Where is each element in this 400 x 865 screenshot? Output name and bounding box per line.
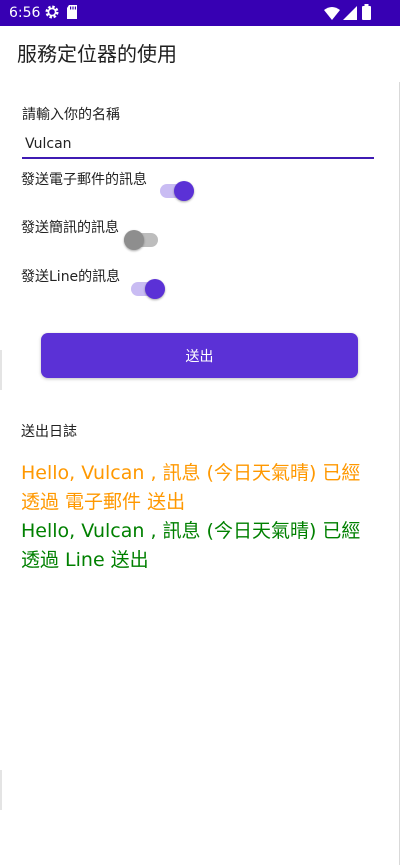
line-toggle-switch[interactable] <box>131 276 167 302</box>
status-time: 6:56 <box>9 5 41 21</box>
log-entry-email: Hello, Vulcan , 訊息 (今日天氣晴) 已經透過 電子郵件 送出 <box>21 462 361 513</box>
status-bar: 6:56 <box>0 0 400 26</box>
line-toggle-label: 發送Line的訊息 <box>21 269 121 285</box>
switch-thumb <box>174 181 194 201</box>
sdcard-icon <box>66 4 78 24</box>
sms-toggle-switch[interactable] <box>124 227 160 253</box>
email-toggle-switch[interactable] <box>160 178 196 204</box>
log-title: 送出日誌 <box>21 424 77 440</box>
app-screen: 6:56 服務定位器的使用 請輸入你的名稱 Vulcan 發送電子郵件的訊息 發… <box>0 0 400 865</box>
name-field-label: 請輸入你的名稱 <box>22 107 120 123</box>
name-input[interactable] <box>22 131 374 159</box>
switch-thumb <box>145 279 165 299</box>
battery-icon <box>362 4 371 24</box>
email-toggle-label: 發送電子郵件的訊息 <box>21 172 147 188</box>
signal-icon <box>343 5 357 24</box>
edge-marker <box>0 770 2 810</box>
send-button[interactable]: 送出 <box>41 333 358 378</box>
title-bar: 服務定位器的使用 <box>0 26 400 82</box>
switch-thumb <box>124 230 144 250</box>
log-list: Hello, Vulcan , 訊息 (今日天氣晴) 已經透過 電子郵件 送出 … <box>21 459 371 575</box>
gear-icon <box>44 4 60 24</box>
sms-toggle-label: 發送簡訊的訊息 <box>21 220 119 236</box>
page-title: 服務定位器的使用 <box>17 42 177 66</box>
wifi-icon <box>324 5 340 24</box>
edge-marker <box>0 350 2 390</box>
log-entry-line: Hello, Vulcan , 訊息 (今日天氣晴) 已經透過 Line 送出 <box>21 520 361 571</box>
